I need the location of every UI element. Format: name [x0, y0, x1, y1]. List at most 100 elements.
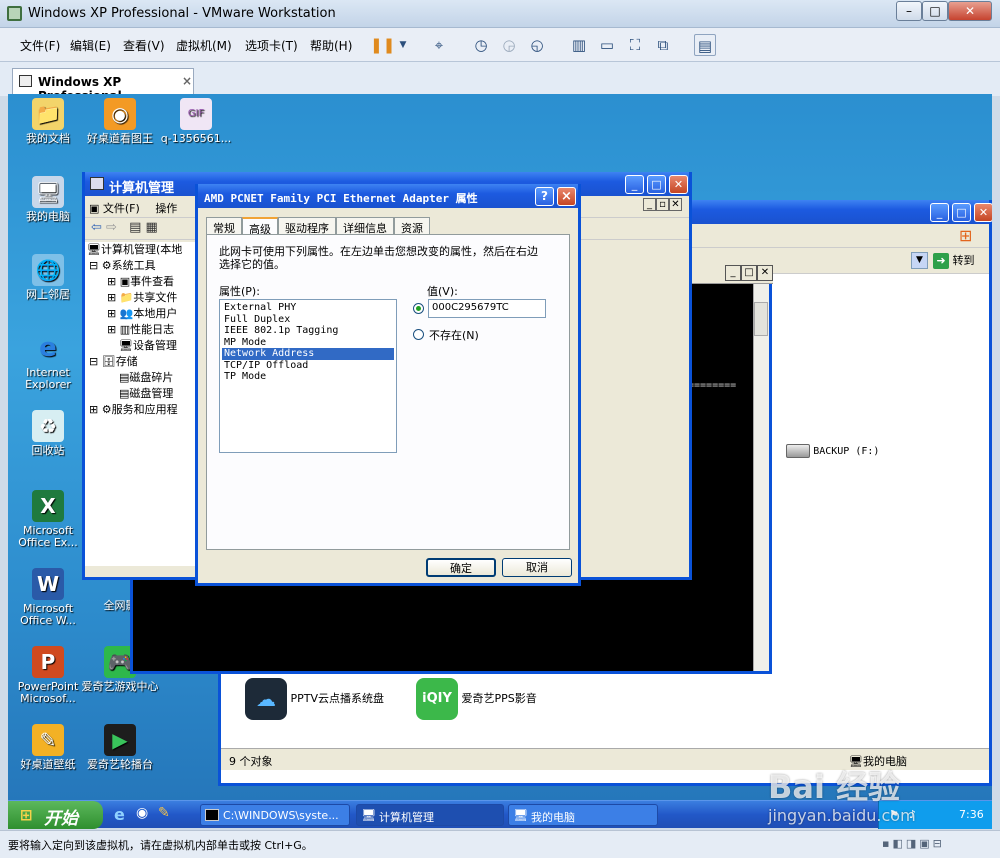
pause-icon[interactable]: ❚❚ [370, 34, 395, 56]
network-icon[interactable]: ⌖ [428, 34, 450, 56]
property-item[interactable]: Full Duplex [222, 314, 394, 326]
cmd-separator-text: ======== [688, 380, 737, 391]
my-computer-maximize[interactable]: □ [952, 203, 971, 222]
drive-backup[interactable]: BACKUP (F:) [786, 444, 879, 458]
cancel-button[interactable]: 取消 [502, 558, 572, 577]
tree-item-local-users[interactable]: ⊞ 👥本地用户 [85, 306, 197, 322]
property-item[interactable]: TP Mode [222, 371, 394, 383]
desktop-icon-image-viewer[interactable]: ◉ 好桌道看图王 [80, 98, 160, 145]
tree-item-disk-defrag[interactable]: ▤磁盘碎片 [85, 370, 197, 386]
tab-windows-xp[interactable]: Windows XP Professional × [12, 68, 194, 103]
comp-mgmt-close[interactable]: ✕ [669, 175, 688, 194]
cmd-scroll-thumb[interactable] [754, 302, 768, 336]
property-item[interactable]: MP Mode [222, 337, 394, 349]
computer-management-icon [90, 177, 104, 190]
desktop-icon-word[interactable]: W Microsoft Office W... [8, 568, 88, 627]
property-list[interactable]: External PHY Full Duplex IEEE 802.1p Tag… [219, 299, 397, 453]
comp-mgmt-maximize[interactable]: □ [647, 175, 666, 194]
dialog-help-button[interactable]: ? [535, 187, 554, 206]
task-cmd[interactable]: C:\WINDOWS\syste... [200, 804, 350, 826]
desktop-icon-my-documents[interactable]: 📁 我的文档 [8, 98, 88, 145]
chevron-down-icon[interactable]: ▼ [392, 34, 414, 56]
desktop-icon-excel[interactable]: X Microsoft Office Ex... [8, 490, 88, 549]
recycle-bin-icon: ♻ [32, 410, 64, 442]
menu-vm[interactable]: 虚拟机(M) [176, 37, 232, 54]
cmd-close[interactable]: ✕ [757, 265, 773, 281]
library-icon[interactable]: ▤ [694, 34, 716, 56]
snapshot-icon[interactable]: ◷ [470, 34, 492, 56]
property-item-selected[interactable]: Network Address [222, 348, 394, 360]
back-icon[interactable]: ⇦ [91, 220, 102, 235]
minimize-button[interactable]: – [896, 1, 922, 21]
tree-item-storage[interactable]: ⊟ 🗄存储 [85, 354, 197, 370]
cmd-scrollbar[interactable] [753, 284, 769, 671]
menu-view[interactable]: 查看(V) [123, 37, 165, 54]
desktop-icon-gif[interactable]: GIF q-1356561... [156, 98, 236, 145]
tree-item-root[interactable]: 🖥计算机管理(本地 [85, 242, 197, 258]
app-iqiyi-pps[interactable]: iQIY 爱奇艺PPS影音 [416, 678, 537, 720]
console-view-icon[interactable]: ▭ [596, 34, 618, 56]
property-item[interactable]: TCP/IP Offload [222, 360, 394, 372]
property-item[interactable]: IEEE 802.1p Tagging [222, 325, 394, 337]
menu-edit[interactable]: 编辑(E) [70, 37, 111, 54]
comp-mgmt-menu-action[interactable]: 操作 [155, 202, 177, 215]
desktop-icon-powerpoint[interactable]: P PowerPoint Microsof... [8, 646, 88, 705]
tree-item-shared-folders[interactable]: ⊞ 📁共享文件 [85, 290, 197, 306]
comp-mgmt-menu-file[interactable]: 文件(F) [103, 202, 140, 215]
snapshot-manager-icon[interactable]: ◵ [526, 34, 548, 56]
close-button[interactable]: ✕ [948, 1, 992, 21]
inner-close[interactable]: ✕ [669, 198, 682, 211]
revert-snapshot-icon[interactable]: ◶ [498, 34, 520, 56]
dialog-close-button[interactable]: × [557, 187, 576, 206]
comp-mgmt-minimize[interactable]: _ [625, 175, 644, 194]
tab-close-icon[interactable]: × [182, 74, 192, 88]
unity-icon[interactable]: ⧉ [652, 34, 674, 56]
my-computer-close[interactable]: ✕ [974, 203, 992, 222]
desktop-icon-network[interactable]: 🌐 网上邻居 [8, 254, 88, 301]
menu-file[interactable]: 文件(F) [20, 37, 60, 54]
adapter-properties-dialog[interactable]: AMD PCNET Family PCI Ethernet Adapter 属性… [195, 184, 581, 586]
desktop-icon-my-computer[interactable]: 🖥 我的电脑 [8, 176, 88, 223]
menu-tabs[interactable]: 选项卡(T) [245, 37, 298, 54]
desktop-icon-recycle-bin[interactable]: ♻ 回收站 [8, 410, 88, 457]
show-tree-icon[interactable]: ▦ [146, 220, 158, 235]
status-device-icons[interactable]: ▪◧◨▣⊟ [882, 837, 945, 850]
start-button[interactable]: ⊞ 开始 [8, 801, 103, 829]
tray-clock[interactable]: 7:36 [959, 808, 984, 821]
tree-item-services[interactable]: ⊞ ⚙服务和应用程 [85, 402, 197, 418]
tree-item-device-manager[interactable]: 🖥设备管理 [85, 338, 197, 354]
guest-desktop[interactable]: 📁 我的文档 ◉ 好桌道看图王 GIF q-1356561... 🖥 我的电脑 🌐 网上邻… [8, 94, 992, 828]
not-present-radio[interactable] [413, 329, 424, 340]
task-my-computer[interactable]: 🖥 我的电脑 [508, 804, 658, 826]
inner-minimize[interactable]: _ [643, 198, 656, 211]
up-folder-icon[interactable]: ▤ [129, 220, 141, 235]
desktop-icon-wallpaper[interactable]: ✎ 好桌道壁纸 [8, 724, 88, 771]
tree-item-event-viewer[interactable]: ⊞ ▣事件查看 [85, 274, 197, 290]
cmd-maximize[interactable]: □ [741, 265, 757, 281]
quicklaunch-ie-icon[interactable]: e [114, 805, 125, 824]
property-item[interactable]: External PHY [222, 302, 394, 314]
task-computer-management[interactable]: 🖥 计算机管理 [356, 804, 504, 826]
desktop-icon-ie[interactable]: e Internet Explorer [8, 332, 88, 391]
sidebar-toggle-icon[interactable]: ▥ [568, 34, 590, 56]
not-present-label[interactable]: 不存在(N) [429, 327, 479, 343]
goto-button[interactable]: ➜ 转到 [933, 252, 975, 269]
menu-help[interactable]: 帮助(H) [310, 37, 352, 54]
ok-button[interactable]: 确定 [426, 558, 496, 577]
tree-item-system-tools[interactable]: ⊟ ⚙系统工具 [85, 258, 197, 274]
maximize-button[interactable]: □ [922, 1, 948, 21]
forward-icon[interactable]: ⇨ [106, 220, 117, 235]
desktop-icon-iqiyi-carousel[interactable]: ▶ 爱奇艺轮播台 [80, 724, 160, 771]
value-input[interactable]: 000C295679TC [428, 299, 546, 318]
fullscreen-icon[interactable]: ⛶ [624, 34, 646, 56]
app-pptv[interactable]: ☁ PPTV云点播系统盘 [245, 678, 384, 720]
quicklaunch-browser-icon[interactable]: ◉ [136, 805, 148, 821]
cmd-minimize[interactable]: _ [725, 265, 741, 281]
quicklaunch-app-icon[interactable]: ✎ [158, 805, 170, 821]
tree-item-performance-logs[interactable]: ⊞ ▥性能日志 [85, 322, 197, 338]
value-radio[interactable] [413, 303, 424, 314]
inner-restore[interactable]: ▫ [656, 198, 669, 211]
my-computer-minimize[interactable]: _ [930, 203, 949, 222]
address-dropdown-icon[interactable]: ▼ [911, 252, 928, 269]
tree-item-disk-management[interactable]: ▤磁盘管理 [85, 386, 197, 402]
